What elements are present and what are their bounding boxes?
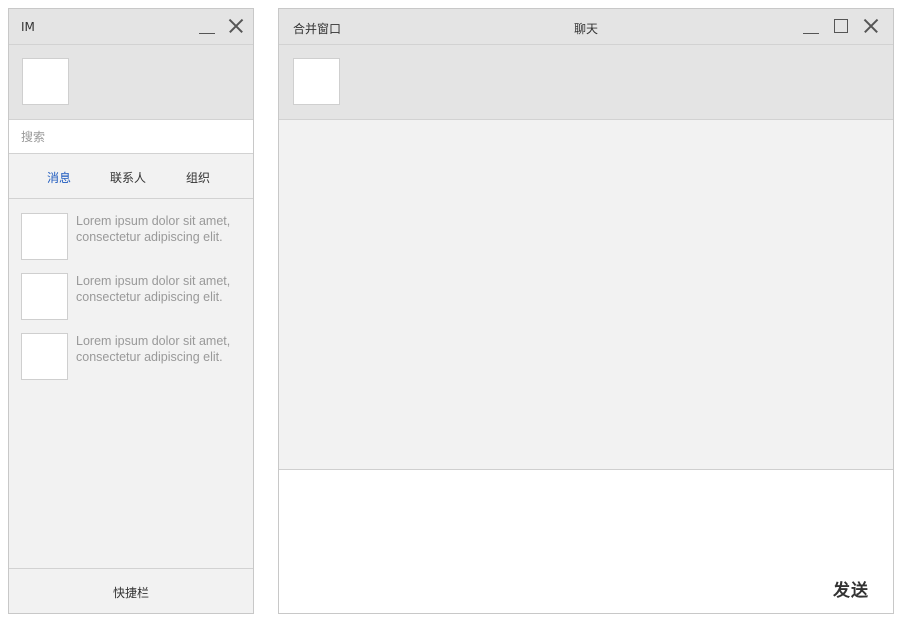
quickbar-label: 快捷栏 bbox=[112, 586, 149, 600]
close-icon[interactable] bbox=[863, 18, 879, 34]
chat-window-title: 聊天 bbox=[573, 22, 598, 36]
message-preview: Lorem ipsum dolor sit amet, consectetur … bbox=[76, 214, 231, 244]
chat-header bbox=[279, 45, 893, 120]
search-input[interactable] bbox=[9, 120, 253, 153]
list-item[interactable]: Lorem ipsum dolor sit amet, consectetur … bbox=[21, 273, 246, 321]
tab-contacts[interactable]: 联系人 bbox=[110, 169, 146, 186]
tab-organization[interactable]: 组织 bbox=[186, 169, 210, 186]
message-preview: Lorem ipsum dolor sit amet, consectetur … bbox=[76, 334, 231, 364]
message-preview: Lorem ipsum dolor sit amet, consectetur … bbox=[76, 274, 231, 304]
search-bar bbox=[9, 120, 253, 154]
list-item[interactable]: Lorem ipsum dolor sit amet, consectetur … bbox=[21, 213, 246, 261]
chat-window: 合并窗口 聊天 发送 bbox=[278, 8, 894, 614]
contact-avatar bbox=[21, 333, 68, 380]
im-window-title: IM bbox=[21, 20, 35, 34]
composer: 发送 bbox=[279, 470, 893, 613]
tab-bar: 消息 联系人 组织 bbox=[9, 154, 253, 199]
maximize-icon[interactable] bbox=[834, 19, 848, 33]
profile-header bbox=[9, 45, 253, 120]
send-button[interactable]: 发送 bbox=[833, 576, 869, 601]
user-avatar[interactable] bbox=[22, 58, 69, 105]
close-icon[interactable] bbox=[228, 18, 244, 34]
list-item[interactable]: Lorem ipsum dolor sit amet, consectetur … bbox=[21, 333, 246, 381]
tab-messages[interactable]: 消息 bbox=[47, 169, 71, 186]
im-window: IM 消息 联系人 组织 Lorem ipsum dolor sit amet,… bbox=[8, 8, 254, 614]
minimize-icon[interactable] bbox=[803, 19, 819, 35]
chat-contact-avatar[interactable] bbox=[293, 58, 340, 105]
quickbar[interactable]: 快捷栏 bbox=[9, 568, 253, 613]
message-input[interactable] bbox=[279, 470, 893, 613]
contact-avatar bbox=[21, 213, 68, 260]
contact-avatar bbox=[21, 273, 68, 320]
chat-titlebar[interactable]: 合并窗口 聊天 bbox=[279, 9, 893, 45]
im-titlebar[interactable]: IM bbox=[9, 9, 253, 45]
minimize-icon[interactable] bbox=[199, 19, 215, 35]
message-area[interactable] bbox=[279, 120, 893, 470]
